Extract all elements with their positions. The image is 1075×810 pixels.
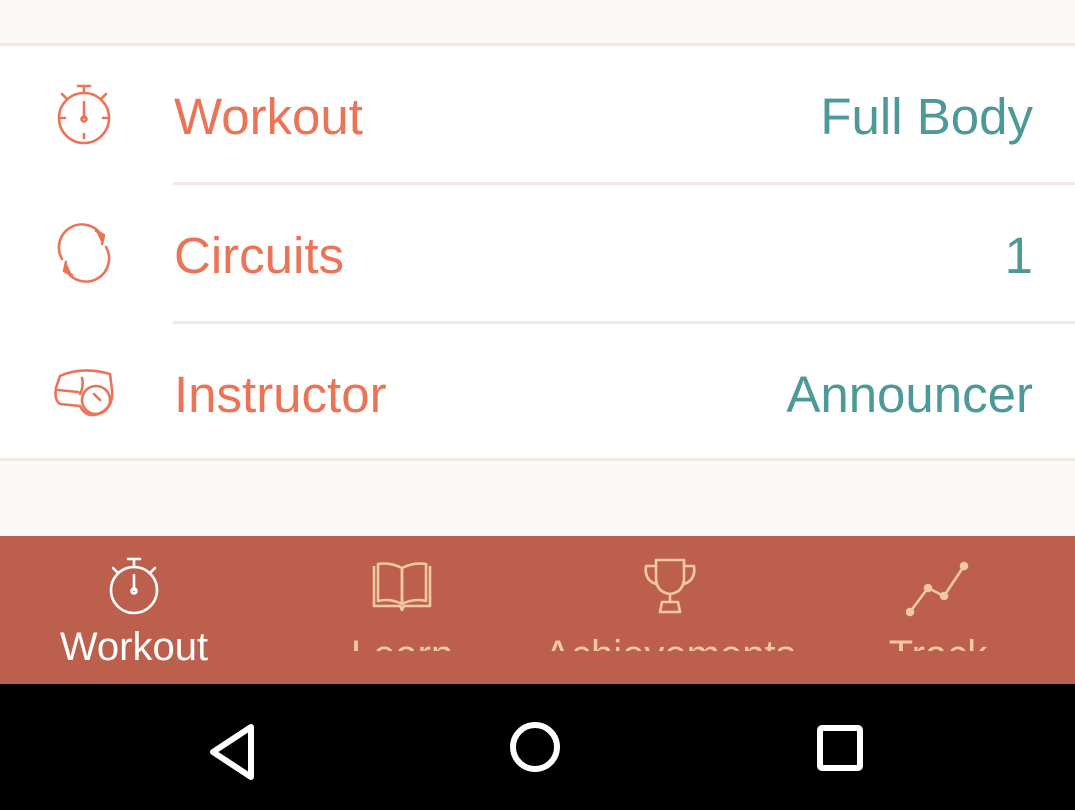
recents-icon[interactable] (805, 717, 875, 787)
tab-label: Track (804, 632, 1072, 651)
tab-achievements[interactable]: Achievements (536, 536, 804, 684)
whistle-icon (52, 360, 116, 424)
tab-workout[interactable]: Workout (0, 536, 268, 684)
row-value: Full Body (820, 88, 1033, 145)
tab-label: Workout (59, 625, 209, 669)
tab-content: Learn (268, 536, 536, 651)
instructor-row[interactable]: Instructor Announcer (0, 324, 1075, 463)
workout-row[interactable]: Workout Full Body (0, 46, 1075, 185)
bottom-tab-bar: Workout Learn (0, 536, 1075, 684)
stopwatch-icon (52, 82, 116, 146)
workout-settings-list: Workout Full Body Circuits 1 Instructor … (0, 43, 1075, 461)
row-value: 1 (1004, 227, 1033, 284)
back-icon[interactable] (199, 717, 269, 787)
tab-content: Achievements (536, 536, 804, 651)
line-chart-icon (905, 554, 970, 618)
tab-label: Achievements (536, 632, 804, 651)
trophy-icon (638, 554, 702, 618)
system-navigation-bar (0, 684, 1075, 810)
row-label: Circuits (174, 227, 345, 284)
book-icon (370, 554, 434, 618)
row-label: Workout (174, 88, 363, 145)
stopwatch-icon (102, 554, 166, 618)
tab-learn[interactable]: Learn (268, 536, 536, 684)
refresh-icon (52, 221, 116, 285)
row-label: Instructor (174, 366, 387, 423)
home-icon[interactable] (500, 717, 570, 787)
tab-content: Track (804, 536, 1072, 651)
tab-label: Learn (268, 632, 536, 651)
circuits-row[interactable]: Circuits 1 (0, 185, 1075, 324)
tab-track[interactable]: Track (804, 536, 1072, 684)
row-value: Announcer (786, 366, 1033, 423)
